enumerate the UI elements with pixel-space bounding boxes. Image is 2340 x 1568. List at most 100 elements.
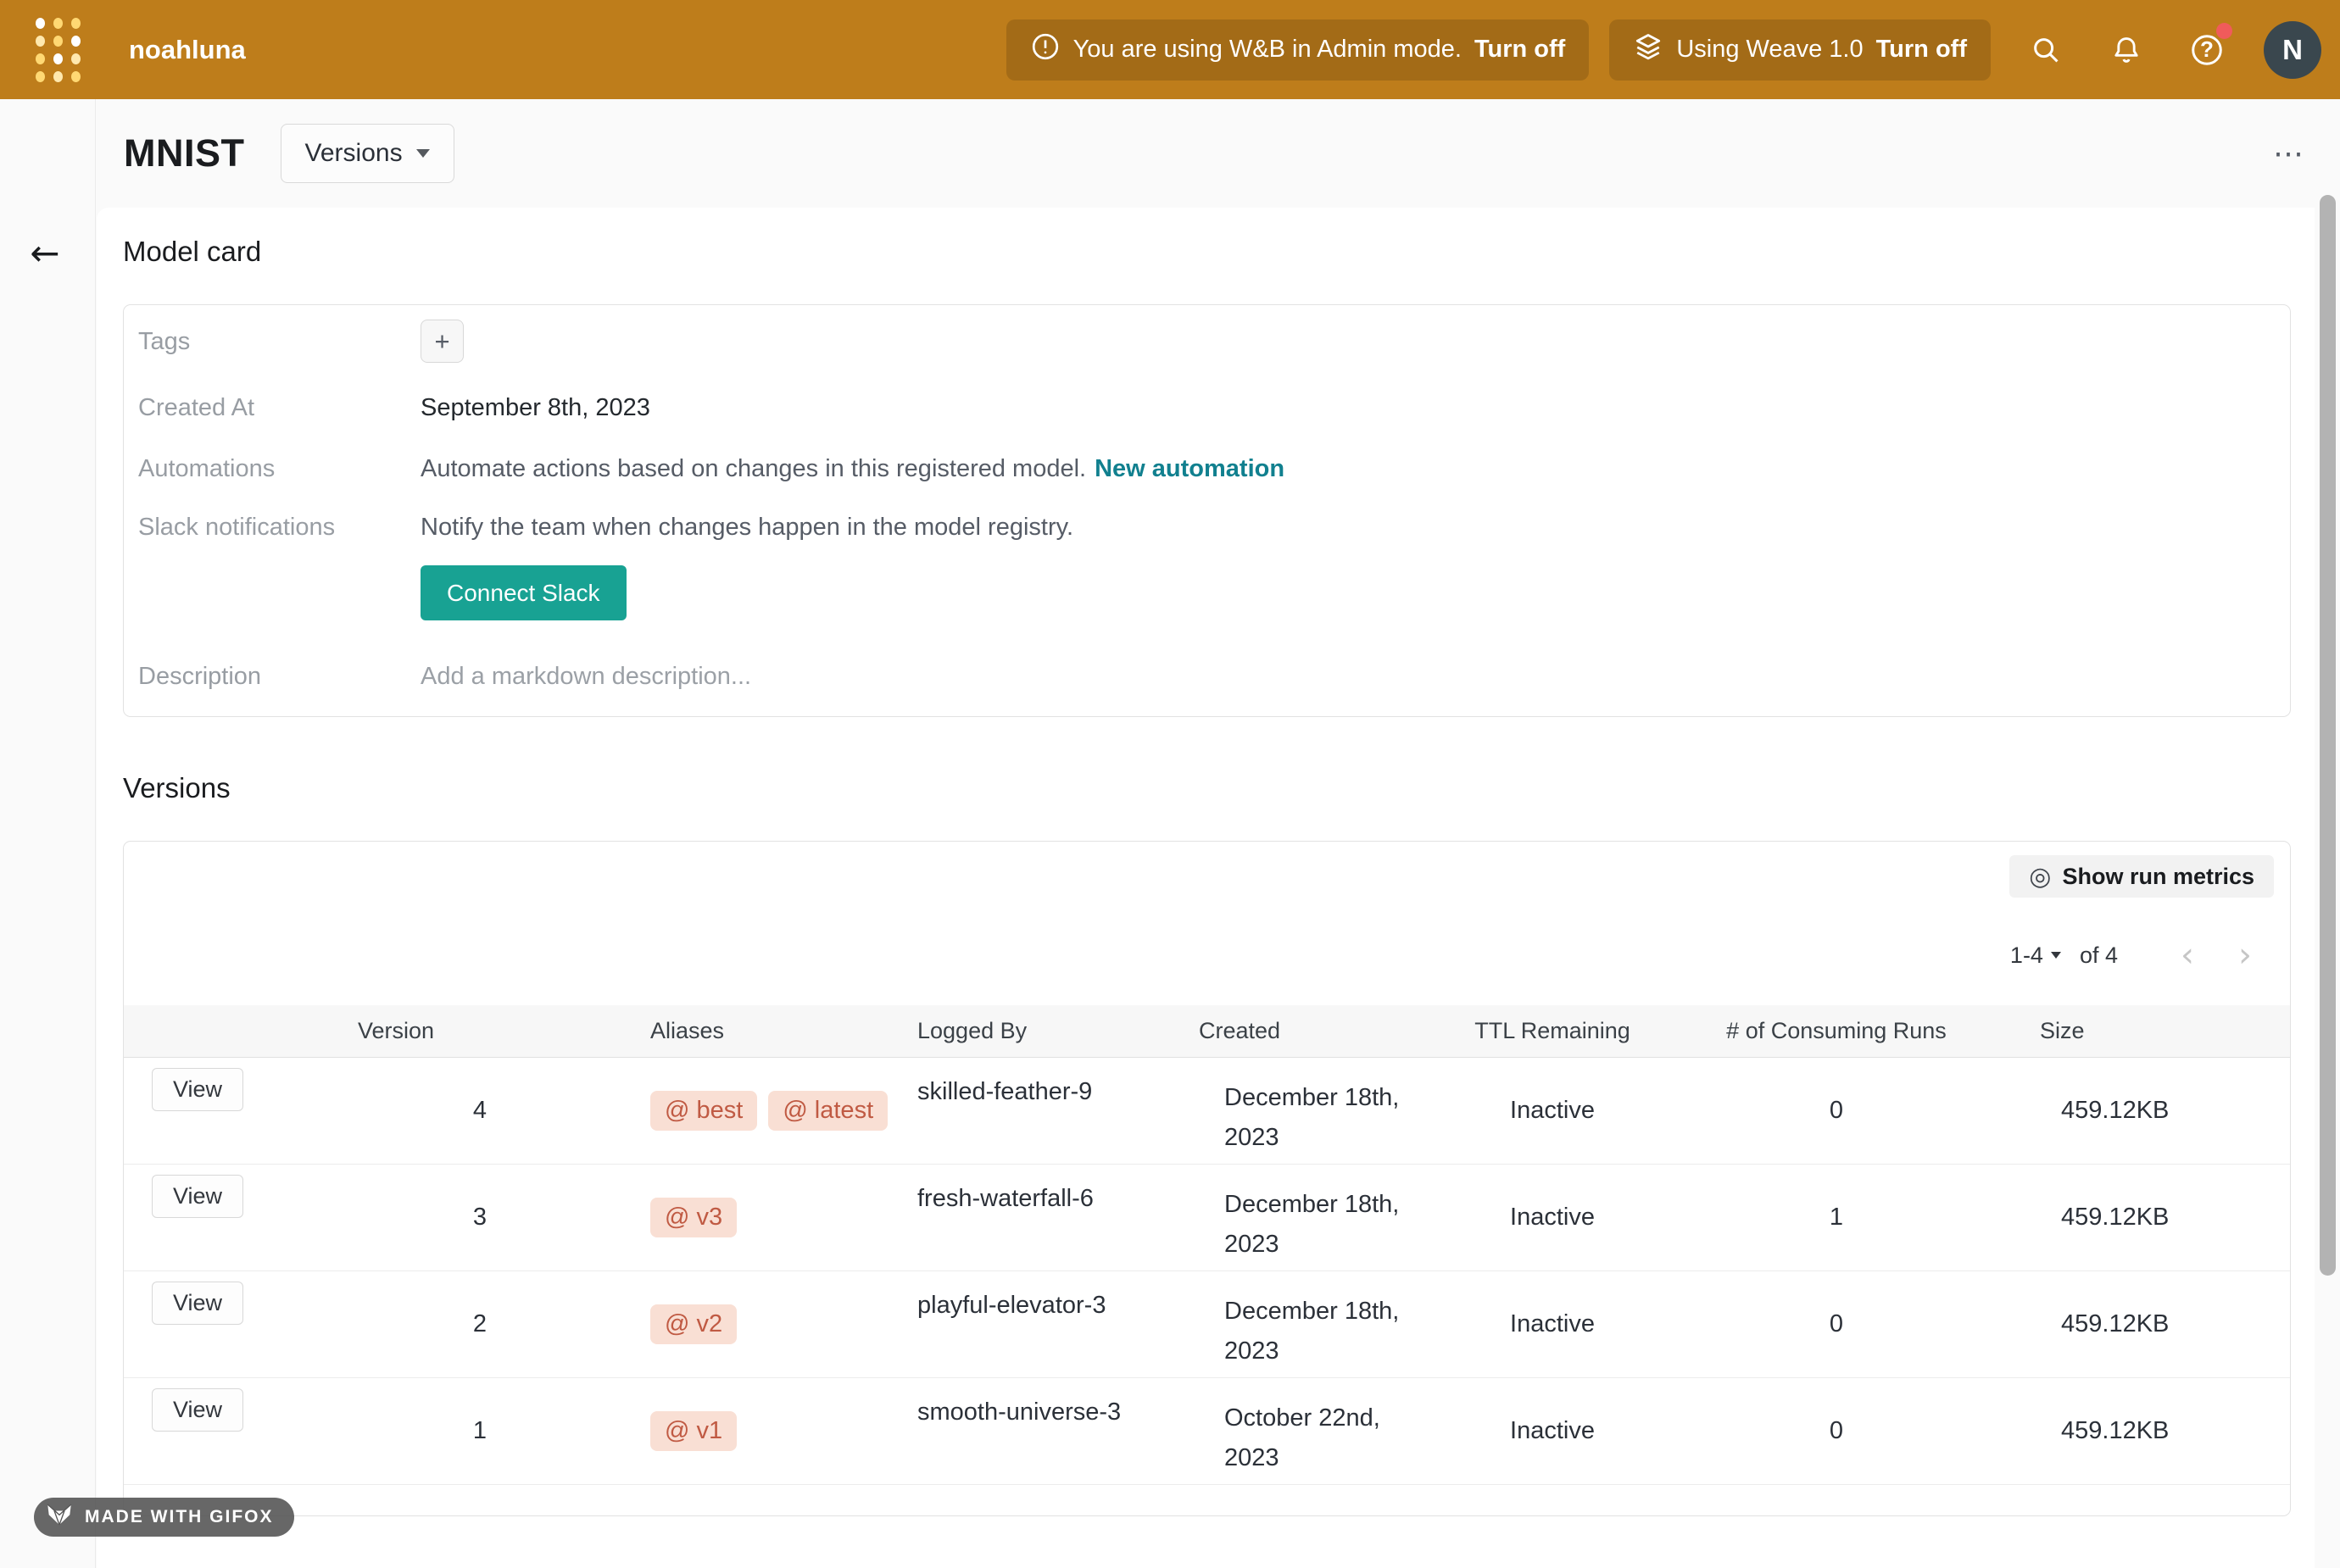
created-date: December 18th, 2023 <box>1224 1078 1418 1158</box>
add-tag-button[interactable]: + <box>421 320 464 363</box>
admin-banner-text: You are using W&B in Admin mode. <box>1073 36 1462 64</box>
scrollbar-track <box>2315 99 2340 1568</box>
consuming-runs: 0 <box>1654 1378 2019 1484</box>
layers-icon <box>1633 31 1663 69</box>
admin-turn-off-button[interactable]: Turn off <box>1474 36 1565 64</box>
versions-card: ◎ Show run metrics 1-4 of 4 ‹ › Version … <box>123 841 2291 1516</box>
artifact-size: 459.12KB <box>2019 1058 2290 1164</box>
view-button[interactable]: View <box>152 1175 243 1218</box>
column-header-size: Size <box>2019 1005 2290 1057</box>
automations-row: Automations Automate actions based on ch… <box>124 438 2290 499</box>
alias-chip[interactable]: @ latest <box>768 1091 888 1131</box>
description-label: Description <box>138 659 421 693</box>
search-icon <box>2030 34 2062 66</box>
left-rail: ← <box>0 99 96 1568</box>
content-panel: Model card Tags + Created At September 8… <box>97 208 2315 1568</box>
column-header-actions <box>124 1005 268 1057</box>
automations-text: Automate actions based on changes in thi… <box>421 455 1086 482</box>
fox-icon <box>44 1499 75 1535</box>
notification-dot <box>2216 23 2232 39</box>
automations-label: Automations <box>138 452 421 486</box>
bell-icon <box>2110 34 2142 66</box>
created-date: December 18th, 2023 <box>1224 1185 1418 1265</box>
alias-chip[interactable]: @ v3 <box>650 1198 737 1237</box>
eye-icon: ◎ <box>2029 862 2051 892</box>
page-range-dropdown[interactable]: 1-4 <box>2010 942 2061 969</box>
column-header-logged-by: Logged By <box>900 1005 1179 1057</box>
view-button[interactable]: View <box>152 1388 243 1432</box>
logged-by: skilled-feather-9 <box>900 1058 1179 1164</box>
version-number: 1 <box>268 1378 518 1484</box>
overflow-menu-button[interactable]: ⋯ <box>2262 130 2316 177</box>
artifact-size: 459.12KB <box>2019 1271 2290 1377</box>
ttl-remaining: Inactive <box>1451 1378 1654 1484</box>
title-bar: MNIST Versions ⋯ <box>97 99 2340 208</box>
logged-by: playful-elevator-3 <box>900 1271 1179 1377</box>
weave-turn-off-button[interactable]: Turn off <box>1876 36 1967 64</box>
show-run-metrics-label: Show run metrics <box>2062 864 2254 890</box>
ttl-remaining: Inactive <box>1451 1165 1654 1271</box>
slack-row: Slack notifications Notify the team when… <box>124 499 2290 637</box>
slack-label: Slack notifications <box>138 510 421 544</box>
help-button[interactable]: ? <box>2187 31 2226 70</box>
table-row: View 4 @ best @ latest skilled-feather-9… <box>124 1058 2290 1165</box>
table-header-row: Version Aliases Logged By Created TTL Re… <box>124 1005 2290 1058</box>
avatar[interactable]: N <box>2264 21 2321 79</box>
version-number: 4 <box>268 1058 518 1164</box>
created-date: October 22nd, 2023 <box>1224 1398 1418 1478</box>
column-header-version: Version <box>268 1005 518 1057</box>
connect-slack-button[interactable]: Connect Slack <box>421 565 627 620</box>
alert-icon <box>1030 31 1061 69</box>
page-total: of 4 <box>2080 942 2118 969</box>
weave-banner-text: Using Weave 1.0 <box>1676 36 1863 64</box>
chevron-down-icon <box>416 149 430 158</box>
page-title: MNIST <box>124 131 245 175</box>
logged-by: fresh-waterfall-6 <box>900 1165 1179 1271</box>
view-button[interactable]: View <box>152 1068 243 1111</box>
description-row: Description Add a markdown description..… <box>124 637 2290 716</box>
versions-dropdown[interactable]: Versions <box>281 124 454 183</box>
alias-chip[interactable]: @ v1 <box>650 1411 737 1451</box>
column-header-consuming-runs: # of Consuming Runs <box>1654 1005 2019 1057</box>
entity-name[interactable]: noahluna <box>129 35 246 65</box>
logged-by: smooth-universe-3 <box>900 1378 1179 1484</box>
model-card: Tags + Created At September 8th, 2023 Au… <box>123 304 2291 717</box>
artifact-size: 459.12KB <box>2019 1165 2290 1271</box>
version-number: 2 <box>268 1271 518 1377</box>
next-page-button[interactable]: › <box>2238 938 2252 972</box>
aliases-cell: @ v1 <box>518 1378 900 1484</box>
weave-banner: Using Weave 1.0 Turn off <box>1609 19 1991 81</box>
column-header-aliases: Aliases <box>518 1005 900 1057</box>
table-row: View 2 @ v2 playful-elevator-3 December … <box>124 1271 2290 1378</box>
consuming-runs: 0 <box>1654 1271 2019 1377</box>
back-button[interactable]: ← <box>20 228 70 277</box>
notifications-button[interactable] <box>2107 31 2146 70</box>
tags-row: Tags + <box>124 305 2290 377</box>
new-automation-link[interactable]: New automation <box>1095 455 1284 482</box>
prev-page-button[interactable]: ‹ <box>2181 938 2194 972</box>
show-run-metrics-button[interactable]: ◎ Show run metrics <box>2009 855 2274 898</box>
wandb-waffle-logo-icon[interactable] <box>36 18 81 81</box>
page-range-label: 1-4 <box>2010 942 2043 969</box>
gifox-badge-text: MADE WITH GIFOX <box>85 1507 274 1527</box>
search-button[interactable] <box>2026 31 2065 70</box>
admin-mode-banner: You are using W&B in Admin mode. Turn of… <box>1006 19 1590 81</box>
alias-chip[interactable]: @ v2 <box>650 1304 737 1344</box>
pagination: 1-4 of 4 ‹ › <box>2010 937 2252 974</box>
scrollbar-thumb[interactable] <box>2320 195 2336 1276</box>
model-card-heading: Model card <box>123 233 2291 270</box>
created-at-row: Created At September 8th, 2023 <box>124 377 2290 438</box>
page-range-caret-icon <box>2051 952 2061 959</box>
view-button[interactable]: View <box>152 1282 243 1325</box>
versions-heading: Versions <box>123 770 2291 807</box>
created-at-label: Created At <box>138 391 421 425</box>
artifact-size: 459.12KB <box>2019 1378 2290 1484</box>
gifox-badge: MADE WITH GIFOX <box>34 1498 294 1537</box>
created-at-value: September 8th, 2023 <box>421 391 2290 425</box>
alias-chip[interactable]: @ best <box>650 1091 757 1131</box>
aliases-cell: @ best @ latest <box>518 1058 900 1164</box>
description-input[interactable]: Add a markdown description... <box>421 659 2290 693</box>
slack-text: Notify the team when changes happen in t… <box>421 510 2290 544</box>
created-date: December 18th, 2023 <box>1224 1292 1418 1371</box>
wandb-registry-page: noahluna You are using W&B in Admin mode… <box>0 0 2340 1568</box>
